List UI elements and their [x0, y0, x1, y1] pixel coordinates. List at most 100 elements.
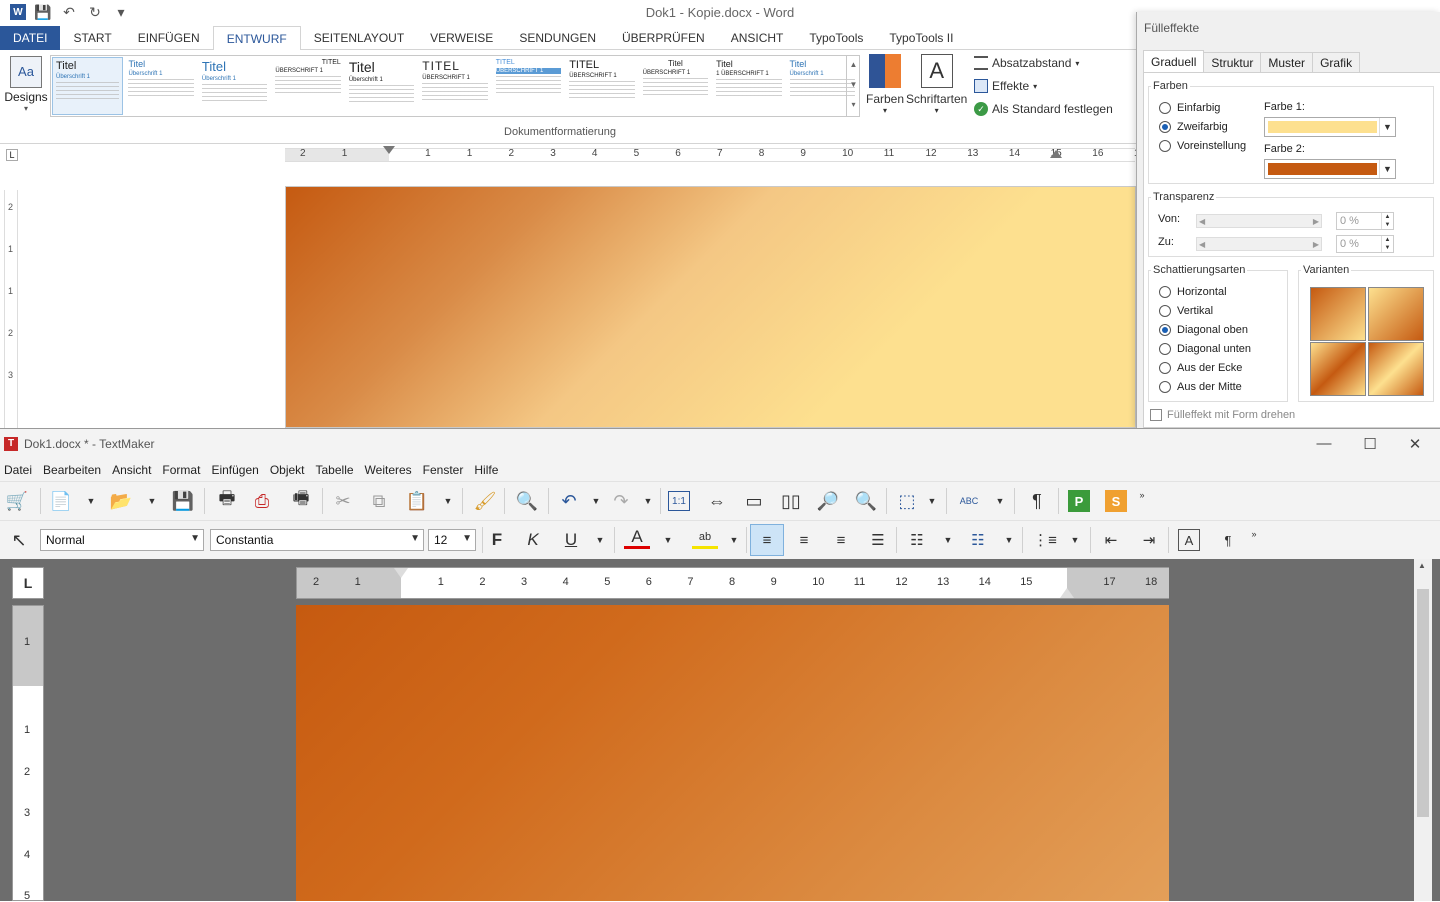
radio-circle[interactable] — [1159, 305, 1171, 317]
align-center-button[interactable]: ≡ — [791, 527, 817, 553]
variant-4[interactable] — [1368, 342, 1424, 396]
spellcheck-icon[interactable]: ABC — [956, 488, 982, 514]
format-painter-icon[interactable]: 🖌 — [472, 488, 498, 514]
zoom-in-icon[interactable]: 🔎 — [815, 488, 841, 514]
open-folder-icon[interactable]: 📂 — [108, 488, 134, 514]
chevron-down-icon[interactable]: ▼ — [1379, 160, 1395, 178]
menu-ansicht[interactable]: Ansicht — [110, 459, 158, 481]
style-set-item[interactable]: TITEL ÜBERSCHRIFT 1 — [493, 57, 564, 115]
chevron-down-icon[interactable]: ▼ — [994, 488, 1006, 514]
menu-fenster[interactable]: Fenster — [421, 459, 471, 481]
print-preview-icon[interactable]: 🖷 — [288, 488, 314, 514]
word-horizontal-ruler[interactable]: L 2111234567891011121314151617 — [0, 144, 1145, 166]
schriftarten-button[interactable]: A Schriftarten ▾ — [906, 54, 967, 115]
radio-circle[interactable] — [1159, 286, 1171, 298]
chevron-down-icon[interactable]: ▼ — [1069, 527, 1081, 553]
radio-diagonal-unten[interactable]: Diagonal unten — [1159, 343, 1251, 355]
full-page-icon[interactable]: ▭ — [741, 488, 767, 514]
tab-graduell[interactable]: Graduell — [1143, 50, 1205, 72]
tab-stop-selector[interactable]: L — [6, 149, 18, 161]
style-set-item[interactable]: TITEL ÜBERSCHRIFT 1 — [272, 57, 343, 115]
chevron-down-icon[interactable]: ▼ — [847, 75, 860, 95]
textmaker-horizontal-ruler[interactable]: 2 1 1 2 3 4 5 6 7 8 9 10 11 12 13 14 15 17 18 — [296, 567, 1169, 599]
zoom-level-icon[interactable]: 🔍 — [853, 488, 879, 514]
style-set-item[interactable]: Titel Überschrift 1 — [52, 57, 124, 115]
menu-objekt[interactable]: Objekt — [268, 459, 312, 481]
set-default-button[interactable]: ✓ Als Standard festlegen — [974, 102, 1113, 116]
radio-vertikal[interactable]: Vertikal — [1159, 305, 1213, 317]
arrow-right-icon[interactable]: ▶ — [1313, 217, 1319, 226]
two-pages-icon[interactable]: ▯▯ — [778, 488, 804, 514]
bold-button[interactable]: F — [484, 527, 510, 553]
chevron-down-icon[interactable]: ▼ — [190, 533, 200, 544]
radio-circle[interactable] — [1159, 343, 1171, 355]
gallery-more-icon[interactable]: ▾ — [847, 95, 860, 115]
menu-bearbeiten[interactable]: Bearbeiten — [41, 459, 108, 481]
farbe2-combo[interactable]: ▼ — [1264, 159, 1396, 179]
designs-button[interactable]: Aa Designs ▾ — [4, 54, 48, 120]
checkbox-box[interactable] — [1150, 409, 1162, 421]
planmaker-icon[interactable]: S — [1105, 490, 1127, 512]
chevron-up-icon[interactable]: ▲ — [1418, 561, 1426, 570]
pdf-export-icon[interactable]: ⎙ — [249, 488, 275, 514]
new-document-icon[interactable]: 📄 — [48, 488, 74, 514]
vertical-scrollbar[interactable]: ▲ — [1414, 559, 1432, 901]
tab-stop-selector[interactable]: L — [12, 567, 44, 599]
chevron-down-icon[interactable]: ▼ — [442, 488, 454, 514]
style-set-item[interactable]: TITEL ÜBERSCHRIFT 1 — [419, 57, 490, 115]
radio-circle[interactable] — [1159, 324, 1171, 336]
tab-grafik[interactable]: Grafik — [1312, 52, 1361, 72]
zu-spinner[interactable]: 0 % ▲ ▼ — [1336, 235, 1394, 253]
tab-datei[interactable]: DATEI — [0, 26, 61, 50]
menu-tabelle[interactable]: Tabelle — [314, 459, 361, 481]
size-combo[interactable]: 12 ▼ — [428, 529, 476, 551]
chevron-down-icon[interactable]: ▼ — [642, 488, 654, 514]
radio-circle[interactable] — [1159, 102, 1171, 114]
cut-icon[interactable]: ✂ — [330, 488, 356, 514]
von-slider[interactable]: ◀ ▶ — [1196, 214, 1322, 228]
variant-2[interactable] — [1368, 287, 1424, 341]
textmaker-page-gradient[interactable] — [296, 605, 1169, 901]
chevron-down-icon[interactable]: ▼ — [462, 533, 472, 544]
chevron-down-icon[interactable]: ▼ — [146, 488, 158, 514]
radio-circle[interactable] — [1159, 121, 1171, 133]
indent-marker[interactable] — [394, 568, 408, 578]
print-icon[interactable]: 🖶 — [214, 488, 240, 514]
effekte-button[interactable]: Effekte ▾ — [974, 79, 1037, 93]
increase-indent-icon[interactable]: ⇥ — [1136, 527, 1162, 553]
font-color-button[interactable]: A — [624, 527, 650, 549]
paragraph-format-icon[interactable]: ¶ — [1215, 527, 1241, 553]
chevron-down-icon[interactable]: ▼ — [85, 488, 97, 514]
tab-seitenlayout[interactable]: SEITENLAYOUT — [301, 26, 417, 50]
chevron-down-icon[interactable]: ▼ — [1379, 118, 1395, 136]
arrow-right-icon[interactable]: ▶ — [1313, 240, 1319, 249]
tab-einfuegen[interactable]: EINFÜGEN — [125, 26, 213, 50]
word-page-gradient[interactable] — [285, 186, 1136, 428]
tab-start[interactable]: START — [60, 26, 124, 50]
tab-muster[interactable]: Muster — [1260, 52, 1314, 72]
variant-3[interactable] — [1310, 342, 1366, 396]
radio-aus-der-mitte[interactable]: Aus der Mitte — [1159, 381, 1242, 393]
tab-ueberpruefen[interactable]: ÜBERPRÜFEN — [609, 26, 718, 50]
font-combo[interactable]: Constantia ▼ — [210, 529, 424, 551]
chevron-down-icon[interactable]: ▼ — [590, 488, 602, 514]
page-width-icon[interactable]: ⇔ — [704, 488, 730, 514]
style-set-item[interactable]: Titel Überschrift 1 — [199, 57, 270, 115]
style-combo[interactable]: Normal ▼ — [40, 529, 204, 551]
tab-struktur[interactable]: Struktur — [1203, 52, 1262, 72]
spinner-arrows-icon[interactable]: ▲ ▼ — [1381, 213, 1393, 229]
zu-slider[interactable]: ◀ ▶ — [1196, 237, 1322, 251]
save-icon[interactable]: 💾 — [170, 488, 196, 514]
style-set-item[interactable]: Titel ÜBERSCHRIFT 1 — [640, 57, 711, 115]
presentations-icon[interactable]: P — [1068, 490, 1090, 512]
undo-icon[interactable]: ↶ — [556, 488, 582, 514]
menu-einfuegen[interactable]: Einfügen — [209, 459, 265, 481]
highlight-button[interactable]: ab — [692, 527, 718, 549]
frame-icon[interactable]: ⬚ — [894, 488, 920, 514]
tab-sendungen[interactable]: SENDUNGEN — [506, 26, 609, 50]
outline-list-icon[interactable]: ⋮≡ — [1032, 527, 1058, 553]
farben-button[interactable]: Farben ▾ — [866, 54, 904, 115]
radio-circle[interactable] — [1159, 140, 1171, 152]
rotate-with-shape-checkbox[interactable]: Fülleffekt mit Form drehen — [1150, 409, 1295, 421]
arrow-left-icon[interactable]: ◀ — [1199, 240, 1205, 249]
